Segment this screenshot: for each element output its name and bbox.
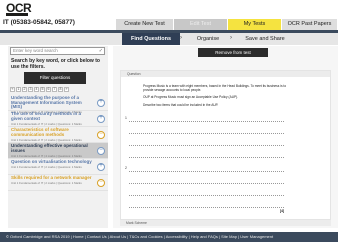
- answer-line: [129, 207, 284, 208]
- tab-organise[interactable]: Organise: [186, 33, 230, 45]
- question-box: Question Progress Music is a team with e…: [120, 70, 331, 220]
- page-title: IT (05383-05842, 05877): [3, 19, 75, 26]
- answer-number: 2: [125, 166, 127, 170]
- search-submit-icon[interactable]: ✓: [99, 48, 103, 54]
- answer-line: [129, 121, 284, 122]
- answer-line: [129, 183, 284, 184]
- tab-separator: ›: [180, 35, 182, 41]
- question-meta: Unit 1 Fundamentals of IT | 2 marks | Qu…: [11, 181, 82, 186]
- list-item[interactable]: Understanding the purpose of a Managemen…: [8, 95, 108, 114]
- question-header[interactable]: Question: [121, 71, 330, 77]
- question-meta: Unit 1 Fundamentals of IT | 4 marks | Qu…: [11, 153, 82, 158]
- page-8[interactable]: 8: [58, 87, 63, 92]
- question-list: Understanding the purpose of a Managemen…: [8, 95, 108, 228]
- remove-question-button[interactable]: −: [97, 131, 105, 139]
- create-new-test-button[interactable]: Create New Test: [116, 19, 174, 30]
- remove-question-button[interactable]: −: [97, 179, 105, 187]
- site-footer: © Oxford Cambridge and RSA 2019 | Home |…: [0, 232, 338, 242]
- remove-from-test-button[interactable]: Remove from test: [198, 48, 268, 57]
- question-title: Characteristics of software communicatio…: [11, 127, 69, 137]
- tab-separator: ›: [230, 35, 232, 41]
- question-title: Skills required for a network manager: [11, 175, 92, 180]
- answer-line: [129, 145, 284, 146]
- page-4[interactable]: 4: [34, 87, 39, 92]
- question-title: The use of security methods in a given c…: [11, 111, 82, 121]
- search-placeholder: Enter key word search: [13, 48, 58, 53]
- answer-line: [129, 171, 284, 172]
- list-item[interactable]: Question on virtualisation technology Un…: [8, 159, 108, 175]
- search-input[interactable]: Enter key word search ✓: [10, 47, 105, 55]
- add-question-button[interactable]: +: [97, 99, 105, 107]
- answer-line: [129, 157, 284, 158]
- question-title: Understanding the purpose of a Managemen…: [11, 95, 82, 110]
- page-2[interactable]: 2: [22, 87, 27, 92]
- list-item[interactable]: Skills required for a network manager Un…: [8, 175, 108, 191]
- site-header: OCR: [0, 0, 338, 19]
- list-item[interactable]: Characteristics of software communicatio…: [8, 127, 108, 143]
- add-question-button[interactable]: +: [97, 163, 105, 171]
- answer-number: 1: [125, 116, 127, 120]
- logo-underline: [6, 13, 28, 16]
- page-6[interactable]: 6: [46, 87, 51, 92]
- my-tests-button[interactable]: My Tests: [228, 19, 282, 30]
- mark-scheme-header[interactable]: Mark Scheme: [120, 220, 331, 226]
- page-5[interactable]: 5: [40, 87, 45, 92]
- question-paragraph: OUP at Progress Music must sign an Accep…: [143, 95, 239, 100]
- question-title: Question on virtualisation technology: [11, 159, 92, 164]
- filter-questions-button[interactable]: Filter questions: [24, 72, 86, 84]
- pagination: « 1 2 3 4 5 6 7 8 »: [10, 87, 106, 92]
- page-1[interactable]: 1: [16, 87, 21, 92]
- page-next[interactable]: »: [64, 87, 69, 92]
- page-prev[interactable]: «: [10, 87, 15, 92]
- remove-question-button[interactable]: −: [97, 147, 105, 155]
- question-meta: Unit 1 Fundamentals of IT | 2 marks | Qu…: [11, 137, 82, 142]
- question-meta: Unit 1 Fundamentals of IT | 2 marks | Qu…: [11, 165, 82, 170]
- search-hint: Search by key word, or click below to us…: [11, 58, 100, 70]
- answer-line: [129, 133, 284, 134]
- question-meta: Unit 1 Fundamentals of IT | 2 marks | Qu…: [11, 121, 82, 126]
- list-item-selected[interactable]: Understanding effective operational issu…: [8, 143, 108, 159]
- ocr-past-papers-button[interactable]: OCR Past Papers: [282, 19, 338, 30]
- edit-test-button[interactable]: Edit Test: [174, 19, 228, 30]
- question-text: Progress Music is a team with eight memb…: [143, 84, 293, 107]
- step-tabs: Find Questions › Organise › Save and Sha…: [0, 33, 338, 45]
- list-item[interactable]: The use of security methods in a given c…: [8, 111, 108, 127]
- question-title: Understanding effective operational issu…: [11, 143, 88, 153]
- question-prompt: Describe two items that could be include…: [143, 102, 219, 107]
- search-sidebar: Enter key word search ✓ Search by key wo…: [8, 46, 108, 228]
- question-paragraph: Progress Music is a team with eight memb…: [143, 84, 287, 93]
- question-preview-panel: Remove from test Question Progress Music…: [113, 46, 338, 228]
- page-3[interactable]: 3: [28, 87, 33, 92]
- add-question-button[interactable]: +: [97, 115, 105, 123]
- tab-save-and-share[interactable]: Save and Share: [236, 33, 294, 45]
- answer-line: [129, 195, 284, 196]
- marks-label: [4]: [279, 209, 284, 213]
- page-7[interactable]: 7: [52, 87, 57, 92]
- tab-find-questions[interactable]: Find Questions: [122, 33, 180, 45]
